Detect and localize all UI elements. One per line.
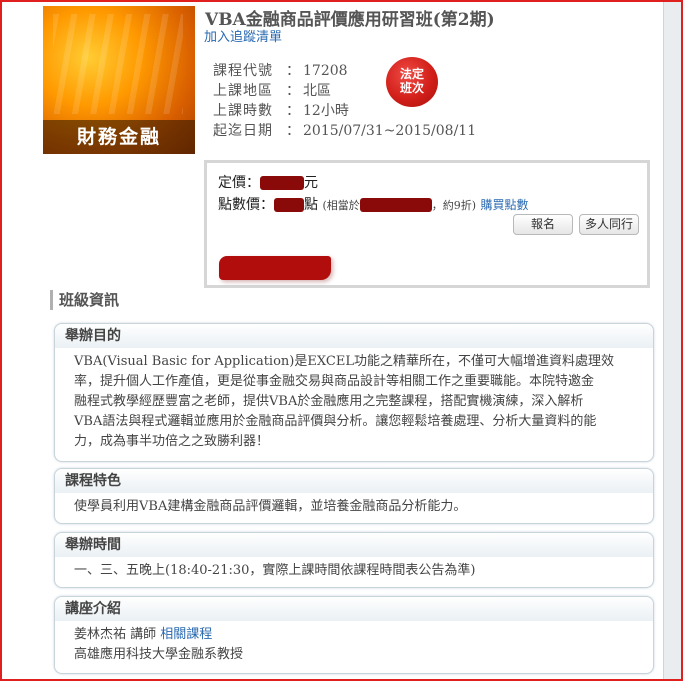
redacted-price	[260, 176, 304, 190]
group-register-button[interactable]: 多人同行	[579, 214, 639, 235]
cover-decoration	[53, 14, 183, 114]
section-body: 使學員利用VBA建構金融商品評價邏輯，並培養金融商品分析能力。	[74, 499, 467, 514]
section-instructor: 講座介紹 姜林杰祐 講師 相關課程 高雄應用科技大學金融系教授	[54, 596, 654, 674]
related-courses-link[interactable]: 相關課程	[160, 627, 212, 642]
section-schedule: 舉辦時間 一、三、五晚上(18:40-21:30，實際上課時間依課程時間表公告為…	[54, 532, 654, 588]
list-price: 定價：元	[218, 175, 318, 191]
section-purpose: 舉辦目的 VBA(Visual Basic for Application)是E…	[54, 323, 654, 462]
redacted-equivalent	[359, 198, 432, 212]
seal-text: 法定 班次	[399, 67, 424, 95]
register-button[interactable]: 報名	[513, 214, 573, 235]
instructor-line: 姜林杰祐 講師 相關課程	[74, 625, 641, 645]
points-price: 點數價：點 (相當於 ，約9折) 購買點數	[218, 197, 529, 213]
info-row-dates: 起迄日期： 2015/07/31~2015/08/11	[213, 123, 477, 139]
page-scrollbar[interactable]	[663, 0, 683, 681]
instructor-name: 姜林杰祐 講師	[74, 627, 157, 642]
section-features: 課程特色 使學員利用VBA建構金融商品評價邏輯，並培養金融商品分析能力。	[54, 468, 654, 524]
redacted-points	[274, 198, 304, 212]
section-title: 講座介紹	[55, 597, 653, 621]
course-info-list: 課程代號： 17208 上課地區：北區 上課時數： 12小時 起迄日期： 2015/0…	[213, 61, 476, 141]
section-body: 一、三、五晚上(18:40-21:30，實際上課時間依課程時間表公告為準)	[74, 563, 476, 578]
redacted-area	[219, 256, 331, 280]
cover-category-label: 財務金融	[43, 120, 195, 154]
statutory-class-seal: 法定 班次	[386, 57, 438, 107]
info-row-hours: 上課時數： 12小時	[213, 103, 349, 119]
instructor-affiliation: 高雄應用科技大學金融系教授	[74, 647, 244, 662]
section-title: 課程特色	[55, 469, 653, 493]
section-title: 舉辦目的	[55, 324, 653, 348]
price-box: 定價：元 點數價：點 (相當於 ，約9折) 購買點數 報名 多人同行	[204, 160, 650, 288]
section-body: 姜林杰祐 講師 相關課程 高雄應用科技大學金融系教授	[55, 621, 653, 665]
section-title: 舉辦時間	[55, 533, 653, 557]
buy-points-link[interactable]: 購買點數	[481, 198, 529, 212]
add-to-watchlist-link[interactable]: 加入追蹤清單	[204, 26, 282, 45]
class-info-heading: 班級資訊	[50, 290, 119, 310]
section-body: VBA(Visual Basic for Application)是EXCEL功…	[74, 354, 614, 449]
course-cover-image: 財務金融	[43, 6, 195, 154]
